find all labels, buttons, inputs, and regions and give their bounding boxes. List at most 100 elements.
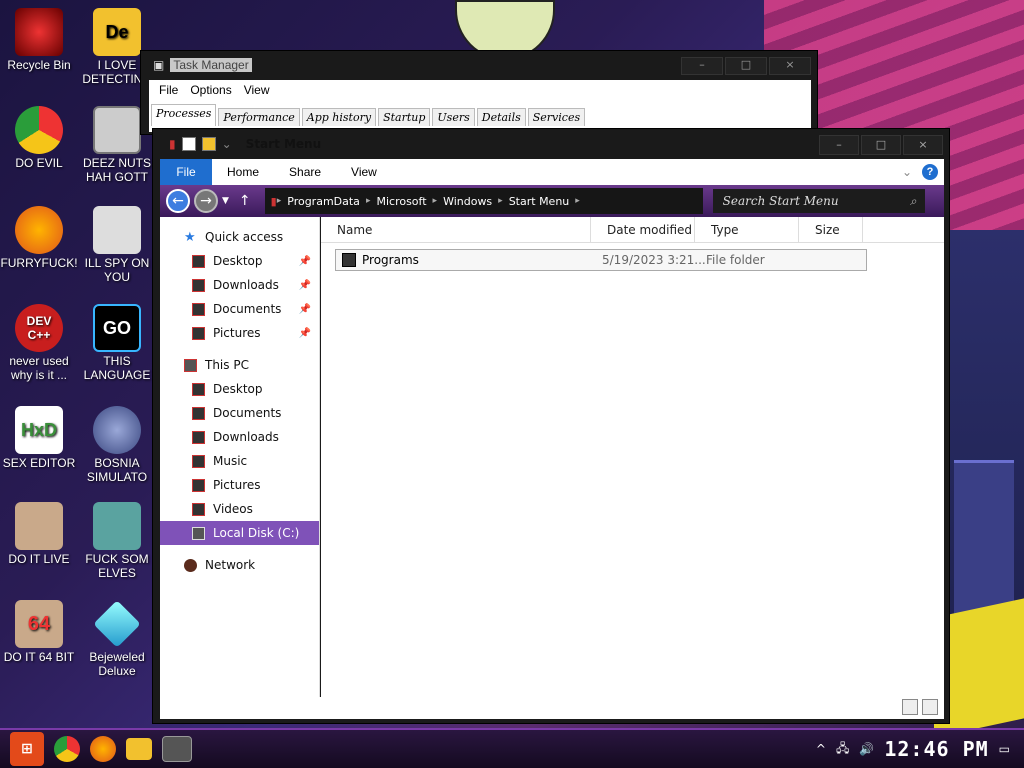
tab-services[interactable]: Services	[527, 108, 586, 126]
column-type[interactable]: Type	[695, 217, 799, 242]
nav-this-pc[interactable]: This PC	[160, 353, 319, 377]
tab-users[interactable]: Users	[432, 108, 475, 126]
portrait-icon	[15, 502, 63, 550]
nav-pc-downloads[interactable]: Downloads	[160, 425, 319, 449]
breadcrumb-microsoft[interactable]: Microsoft	[370, 195, 432, 208]
nav-pc-music[interactable]: Music	[160, 449, 319, 473]
desktop-icon-furry[interactable]: FURRYFUCK!	[0, 206, 78, 270]
ribbon-share-tab[interactable]: Share	[274, 165, 336, 179]
column-name[interactable]: Name	[321, 217, 591, 242]
tab-startup[interactable]: Startup	[378, 108, 431, 126]
nav-pc-videos[interactable]: Videos	[160, 497, 319, 521]
notification-icon[interactable]: ▭	[999, 742, 1010, 756]
desktop-icon-bosnia[interactable]: BOSNIA SIMULATO	[78, 406, 156, 484]
tab-details[interactable]: Details	[476, 108, 526, 126]
music-folder-icon	[192, 454, 205, 468]
tab-performance[interactable]: Performance	[218, 108, 300, 126]
minimize-button[interactable]: –	[819, 135, 859, 155]
clock[interactable]: 12:46 PM	[884, 737, 988, 761]
nav-quick-downloads[interactable]: Downloads 📌	[160, 273, 319, 297]
desktop-icon-elves[interactable]: FUCK SOM ELVES	[78, 502, 156, 580]
ribbon-file-tab[interactable]: File	[160, 159, 212, 185]
nav-quick-pictures[interactable]: Pictures 📌	[160, 321, 319, 345]
taskbar: ⊞ ^ 🖧 🔊 12:46 PM ▭	[0, 728, 1024, 768]
nav-pc-desktop[interactable]: Desktop	[160, 377, 319, 401]
address-bar[interactable]: ▮ ▸ ProgramData ▸ Microsoft ▸ Windows ▸ …	[264, 188, 703, 214]
new-folder-icon[interactable]	[201, 137, 216, 151]
close-button[interactable]: ×	[903, 135, 943, 155]
menu-file[interactable]: File	[153, 83, 184, 97]
desktop-folder-icon	[192, 254, 205, 268]
breadcrumb-start-menu[interactable]: Start Menu	[503, 195, 576, 208]
ribbon-view-tab[interactable]: View	[336, 165, 392, 179]
task-manager-taskbar-icon[interactable]	[162, 736, 192, 762]
close-button[interactable]: ×	[769, 57, 811, 75]
nav-quick-documents[interactable]: Documents 📌	[160, 297, 319, 321]
explorer-app-icon: ▮	[169, 137, 176, 151]
pin-icon[interactable]: 📌	[299, 328, 311, 339]
nav-pc-local-disk[interactable]: Local Disk (C:)	[160, 521, 319, 545]
breadcrumb-programdata[interactable]: ProgramData	[281, 195, 366, 208]
ribbon-home-tab[interactable]: Home	[212, 165, 274, 179]
expand-ribbon-icon[interactable]: ⌄	[902, 165, 912, 179]
large-icons-view-button[interactable]	[922, 699, 938, 715]
help-icon[interactable]: ?	[922, 164, 938, 180]
file-explorer-icon[interactable]	[126, 738, 152, 760]
recent-locations-icon[interactable]: ▼	[222, 196, 229, 206]
column-size[interactable]: Size	[799, 217, 863, 242]
minimize-button[interactable]: –	[681, 57, 723, 75]
chevron-down-icon[interactable]: ⌄	[222, 137, 232, 151]
nav-pc-documents[interactable]: Documents	[160, 401, 319, 425]
desktop-icon-hxd[interactable]: HxD SEX EDITOR	[0, 406, 78, 470]
chrome-icon[interactable]	[54, 736, 80, 762]
maximize-button[interactable]: □	[725, 57, 767, 75]
menu-options[interactable]: Options	[184, 83, 237, 97]
pin-icon[interactable]: 📌	[299, 280, 311, 291]
desktop-icon-do-evil[interactable]: DO EVIL	[0, 106, 78, 170]
downloads-folder-icon	[192, 278, 205, 292]
portrait-64-icon: 64	[15, 600, 63, 648]
maximize-button[interactable]: □	[861, 135, 901, 155]
ribbon: File Home Share View ⌄ ?	[160, 159, 944, 185]
search-box[interactable]: Search Start Menu ⌕	[712, 189, 925, 213]
file-name: Programs	[362, 253, 419, 267]
desktop-icon-devcpp[interactable]: DEV C++ never used why is it ...	[0, 304, 78, 382]
pin-icon[interactable]: 📌	[299, 304, 311, 315]
drive-icon	[192, 526, 205, 540]
up-button[interactable]: ↑	[239, 193, 251, 209]
nav-quick-access[interactable]: ★ Quick access	[160, 225, 319, 249]
desktop-icon-64bit[interactable]: 64 DO IT 64 BIT	[0, 600, 78, 664]
firefox-icon[interactable]	[90, 736, 116, 762]
breadcrumb-windows[interactable]: Windows	[437, 195, 498, 208]
chevron-up-icon[interactable]: ^	[816, 742, 826, 756]
network-tray-icon[interactable]: 🖧	[836, 739, 849, 760]
details-view-button[interactable]	[902, 699, 918, 715]
tab-app-history[interactable]: App history	[301, 108, 377, 126]
videos-folder-icon	[192, 502, 205, 516]
back-button[interactable]: ←	[166, 189, 190, 213]
pictures-folder-icon	[192, 478, 205, 492]
status-bar	[160, 697, 944, 719]
desktop-icon-go[interactable]: GO THIS LANGUAGE	[78, 304, 156, 382]
desktop-icon-recycle-bin[interactable]: Recycle Bin	[0, 8, 78, 72]
desktop-icon-do-it-live[interactable]: DO IT LIVE	[0, 502, 78, 566]
properties-icon[interactable]	[181, 137, 196, 151]
column-date-modified[interactable]: Date modified	[591, 217, 695, 242]
desktop-icon-bejeweled[interactable]: Bejeweled Deluxe	[78, 600, 156, 678]
tab-processes[interactable]: Processes	[151, 104, 217, 126]
nav-network[interactable]: Network	[160, 553, 319, 577]
network-icon	[184, 558, 197, 572]
documents-folder-icon	[192, 302, 205, 316]
task-manager-icon: ▣	[153, 58, 165, 72]
forward-button[interactable]: →	[194, 189, 218, 213]
nav-quick-desktop[interactable]: Desktop 📌	[160, 249, 319, 273]
start-button[interactable]: ⊞	[10, 732, 44, 766]
volume-icon[interactable]: 🔊	[859, 742, 874, 756]
nav-pc-pictures[interactable]: Pictures	[160, 473, 319, 497]
pin-icon[interactable]: 📌	[299, 256, 311, 267]
task-manager-window: ▣ Task Manager – □ × File Options View P…	[140, 50, 818, 135]
desktop-icon-spy[interactable]: ILL SPY ON YOU	[78, 206, 156, 284]
menu-view[interactable]: View	[238, 83, 276, 97]
file-row[interactable]: Programs 5/19/2023 3:21... File folder	[335, 249, 867, 271]
documents-folder-icon	[192, 406, 205, 420]
